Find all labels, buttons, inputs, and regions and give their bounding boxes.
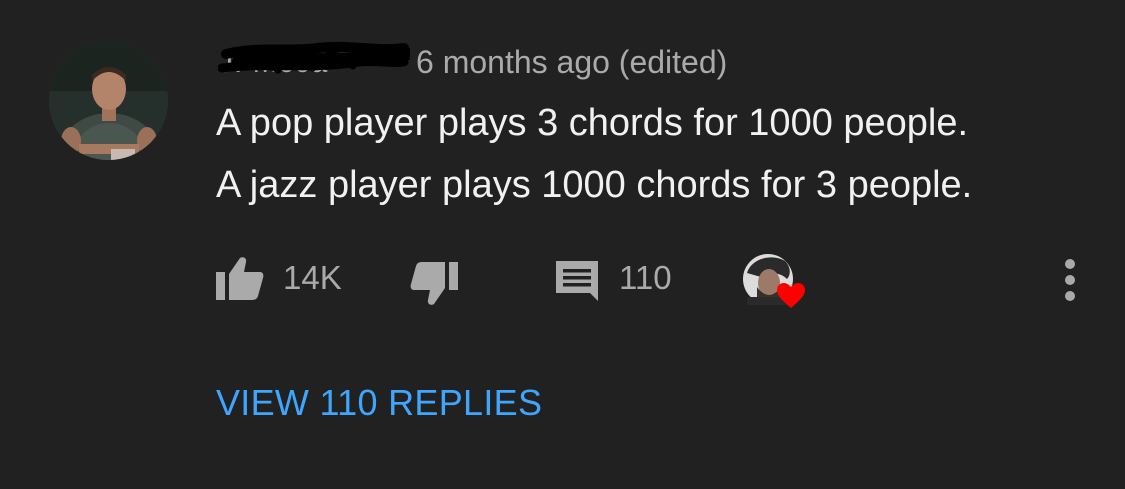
thumbs-down-icon[interactable] xyxy=(410,262,458,306)
heart-icon xyxy=(777,283,805,308)
redaction-scribble xyxy=(218,41,410,74)
comment-text: A pop player plays 3 chords for 1000 peo… xyxy=(216,92,972,216)
comment-text-line: A pop player plays 3 chords for 1000 peo… xyxy=(216,102,969,144)
commenter-avatar[interactable] xyxy=(49,41,168,160)
comment-actions: 14K 110 xyxy=(0,250,1125,310)
avatar-photo xyxy=(49,41,168,160)
reply-count: 110 xyxy=(619,259,672,296)
more-vert-icon[interactable] xyxy=(1062,258,1078,302)
comment-text-line: A jazz player plays 1000 chords for 3 pe… xyxy=(216,164,973,206)
comment-timestamp[interactable]: 6 months ago (edited) xyxy=(416,44,727,81)
thumbs-up-icon[interactable] xyxy=(216,256,264,300)
comment-thread: J. Mcca 6 months ago (edited) A pop play… xyxy=(0,0,1125,489)
creator-heart-badge[interactable] xyxy=(741,253,809,311)
author-name[interactable]: J. Mcca xyxy=(218,40,410,84)
like-count: 14K xyxy=(283,259,342,296)
comment-header: J. Mcca 6 months ago (edited) xyxy=(218,40,727,84)
view-replies-button[interactable]: VIEW 110 REPLIES xyxy=(216,382,542,424)
comment-icon[interactable] xyxy=(556,261,598,301)
